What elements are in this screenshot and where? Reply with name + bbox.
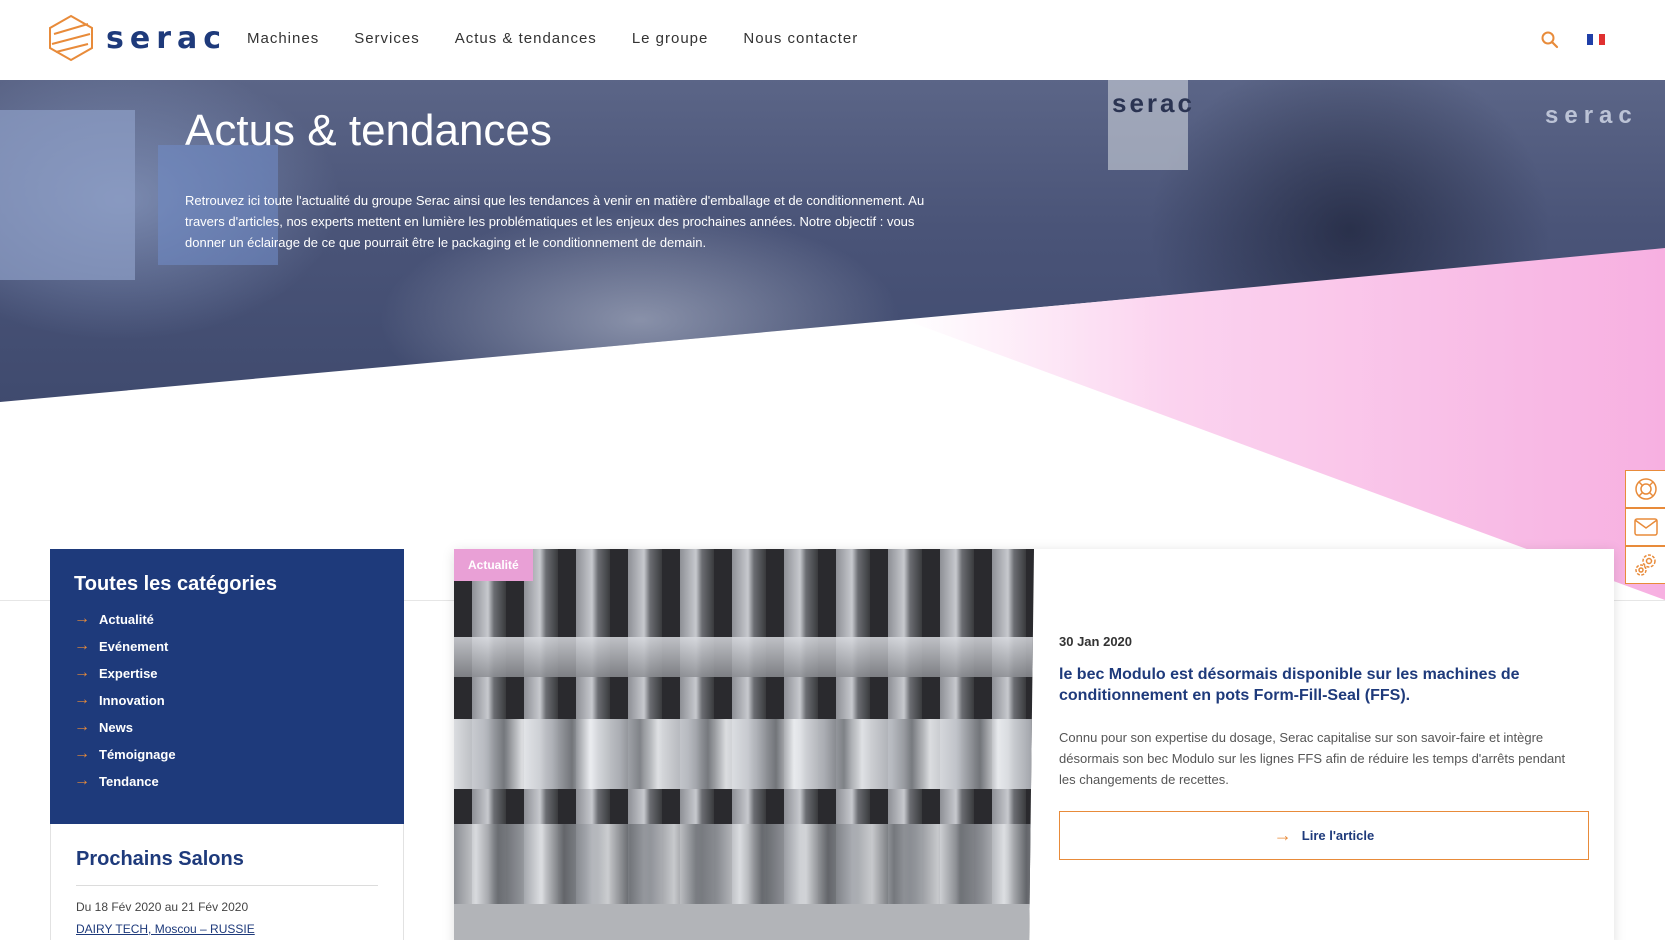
fairs-title: Prochains Salons [76,848,378,886]
arrow-right-icon: → [74,745,90,762]
article-body: 30 Jan 2020 le bec Modulo est désormais … [1059,549,1589,940]
article-date: 30 Jan 2020 [1059,634,1133,649]
category-temoignage[interactable]: → Témoignage [74,745,380,763]
category-label: Evénement [99,638,169,654]
hero-photo-screen [0,110,135,280]
logo[interactable]: serac [48,14,227,62]
site-header: serac Machines Services Actus & tendance… [0,0,1665,80]
upcoming-fairs-panel: Prochains Salons Du 18 Fév 2020 au 21 Fé… [50,824,404,940]
mail-icon [1633,518,1658,536]
category-tendance[interactable]: → Tendance [74,772,380,790]
image-nozzles [454,719,1034,789]
arrow-right-icon: → [74,610,90,627]
article-image[interactable] [454,549,1034,940]
category-label: Innovation [99,692,165,708]
arrow-right-icon: → [74,691,90,708]
lifebuoy-icon [1634,478,1657,500]
fair-link[interactable]: DAIRY TECH, Moscou – RUSSIE [76,922,378,936]
search-icon[interactable] [1540,30,1560,50]
nav-actus-tendances[interactable]: Actus & tendances [455,30,597,47]
contact-mail-button[interactable] [1625,508,1665,546]
hero-photo-brand: serac [1112,88,1195,118]
logo-text: serac [106,20,228,56]
category-actualite[interactable]: → Actualité [74,610,380,628]
logo-mark-icon [49,14,93,62]
image-valves [454,824,1034,904]
arrow-right-icon: → [1273,825,1292,845]
read-article-button[interactable]: → Lire l'article [1059,811,1589,860]
hero-photo-brand-2: serac [1545,102,1638,129]
category-innovation[interactable]: → Innovation [74,691,380,709]
hero-banner: serac serac Actus & tendances Retrouvez … [0,80,1665,410]
read-article-label: Lire l'article [1301,828,1375,843]
category-label: News [99,719,133,735]
article-card: Actualité 30 Jan 2020 le bec Modulo est … [454,549,1614,940]
page-title: Actus & tendances [185,106,552,155]
category-label: Actualité [99,611,154,627]
french-flag-icon[interactable] [1587,34,1605,45]
category-label: Tendance [99,773,159,789]
arrow-right-icon: → [74,718,90,735]
nav-machines[interactable]: Machines [247,30,319,47]
category-label: Témoignage [99,746,176,762]
sidebar: Toutes les catégories → Actualité → Evén… [50,549,404,940]
categories-panel: Toutes les catégories → Actualité → Evén… [50,549,404,824]
category-badge[interactable]: Actualité [454,549,533,581]
category-expertise[interactable]: → Expertise [74,664,380,682]
categories-title: Toutes les catégories [74,573,278,595]
image-pipe [454,637,1034,677]
category-evenement[interactable]: → Evénement [74,637,380,655]
nav-nous-contacter[interactable]: Nous contacter [743,30,858,47]
configurator-button[interactable] [1625,546,1665,584]
nav-services[interactable]: Services [354,30,420,47]
support-button[interactable] [1625,470,1665,508]
hero-intro-text: Retrouvez ici toute l'actualité du group… [185,193,925,250]
arrow-right-icon: → [74,637,90,654]
arrow-right-icon: → [74,772,90,789]
fair-date: Du 18 Fév 2020 au 21 Fév 2020 [76,900,249,914]
main-nav: Machines Services Actus & tendances Le g… [247,30,858,47]
article-title[interactable]: le bec Modulo est désormais disponible s… [1059,664,1579,706]
category-news[interactable]: → News [74,718,380,736]
side-toolbar [1625,470,1665,584]
nav-le-groupe[interactable]: Le groupe [632,30,709,47]
arrow-right-icon: → [74,664,90,681]
article-excerpt: Connu pour son expertise du dosage, Sera… [1059,730,1566,787]
category-label: Expertise [99,665,158,681]
gears-icon [1634,554,1656,576]
image-base [454,904,1034,940]
